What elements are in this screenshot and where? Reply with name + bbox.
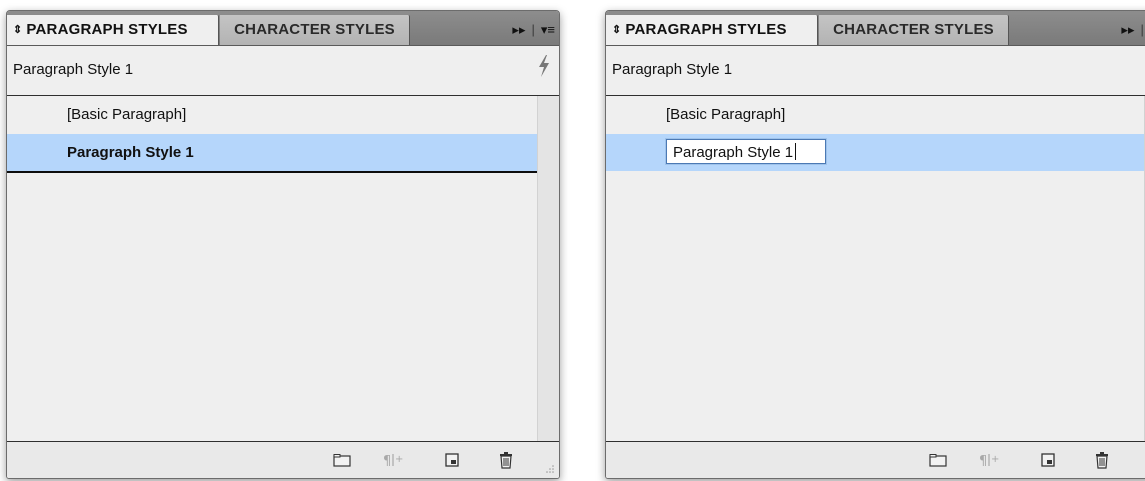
trash-icon[interactable] [495,450,517,470]
trash-icon[interactable] [1091,450,1113,470]
new-style-icon[interactable] [1037,450,1059,470]
folder-icon[interactable] [331,450,353,470]
toolbar-separator: | [1140,22,1144,37]
text-cursor [795,143,797,160]
current-style-label: Paragraph Style 1 [612,61,733,78]
panel-footer: ¶ + [7,441,559,478]
style-name: Paragraph Style 1 [67,144,194,161]
svg-text:+: + [991,454,999,465]
style-name-edit-field[interactable]: Paragraph Style 1 [666,139,826,164]
panel-tab-bar: ⇕ PARAGRAPH STYLES CHARACTER STYLES ▸▸ | ▾≡ [7,11,559,46]
current-style-header: Paragraph Style 1 [606,46,1145,96]
style-list: [Basic Paragraph] Paragraph Style 1 [606,96,1145,441]
folder-icon[interactable] [927,450,949,470]
tab-label: CHARACTER STYLES [833,21,994,38]
paragraph-styles-panel-right: ⇕PARAGRAPH STYLES CHARACTER STYLES ▸▸|▾≡… [605,10,1145,479]
current-style-header: Paragraph Style 1 [7,46,559,96]
tab-paragraph-styles[interactable]: ⇕ PARAGRAPH STYLES [7,15,219,45]
style-name: [Basic Paragraph] [67,106,187,123]
scrollbar[interactable] [537,96,559,441]
new-style-icon[interactable] [441,450,463,470]
svg-text:¶: ¶ [979,454,987,468]
tab-paragraph-styles[interactable]: ⇕ PARAGRAPH STYLES [606,15,818,45]
current-style-label: Paragraph Style 1 [13,61,134,78]
lightning-bolt-icon[interactable] [537,55,551,77]
tab-character-styles[interactable]: CHARACTER STYLES [819,15,1009,45]
panel-footer: ¶ + [606,441,1145,478]
list-item[interactable]: [Basic Paragraph] [7,96,537,133]
tab-collapse-arrows-icon[interactable]: ⇕ [13,24,22,36]
toolbar-separator: | [531,22,535,37]
tab-collapse-arrows-icon[interactable]: ⇕ [612,24,621,36]
style-name: [Basic Paragraph] [666,106,786,123]
style-list: [Basic Paragraph] Paragraph Style 1 [7,96,559,441]
list-item-editing[interactable]: Paragraph Style 1 [606,134,1144,171]
clear-overrides-icon[interactable]: ¶ + [979,450,1001,470]
edit-field-value: Paragraph Style 1 [673,144,794,161]
paragraph-styles-panel-left: ⇕ PARAGRAPH STYLES CHARACTER STYLES ▸▸ | ▾≡… [6,10,560,479]
panel-tab-bar: ⇕PARAGRAPH STYLES CHARACTER STYLES ▸▸|▾≡ [606,11,1145,46]
tab-character-styles[interactable]: CHARACTER STYLES [220,15,410,45]
svg-text:+: + [395,454,403,465]
panel-toolbar: ▸▸ | ▾≡ [512,15,555,45]
list-item-selected[interactable]: Paragraph Style 1 [7,134,537,173]
clear-overrides-icon[interactable]: ¶ + [383,450,405,470]
tab-label: CHARACTER STYLES [234,21,395,38]
double-arrow-right-icon[interactable]: ▸▸ [1121,22,1134,37]
panel-menu-icon[interactable]: ▾≡ [541,22,555,37]
double-arrow-right-icon[interactable]: ▸▸ [512,22,525,37]
resize-grip-icon[interactable] [545,464,555,474]
panel-toolbar: ▸▸|▾≡ [1121,15,1145,45]
svg-text:¶: ¶ [383,454,391,468]
list-item[interactable]: [Basic Paragraph] [606,96,1144,133]
tab-label: PARAGRAPH STYLES [625,21,787,38]
tab-label: PARAGRAPH STYLES [26,21,188,38]
